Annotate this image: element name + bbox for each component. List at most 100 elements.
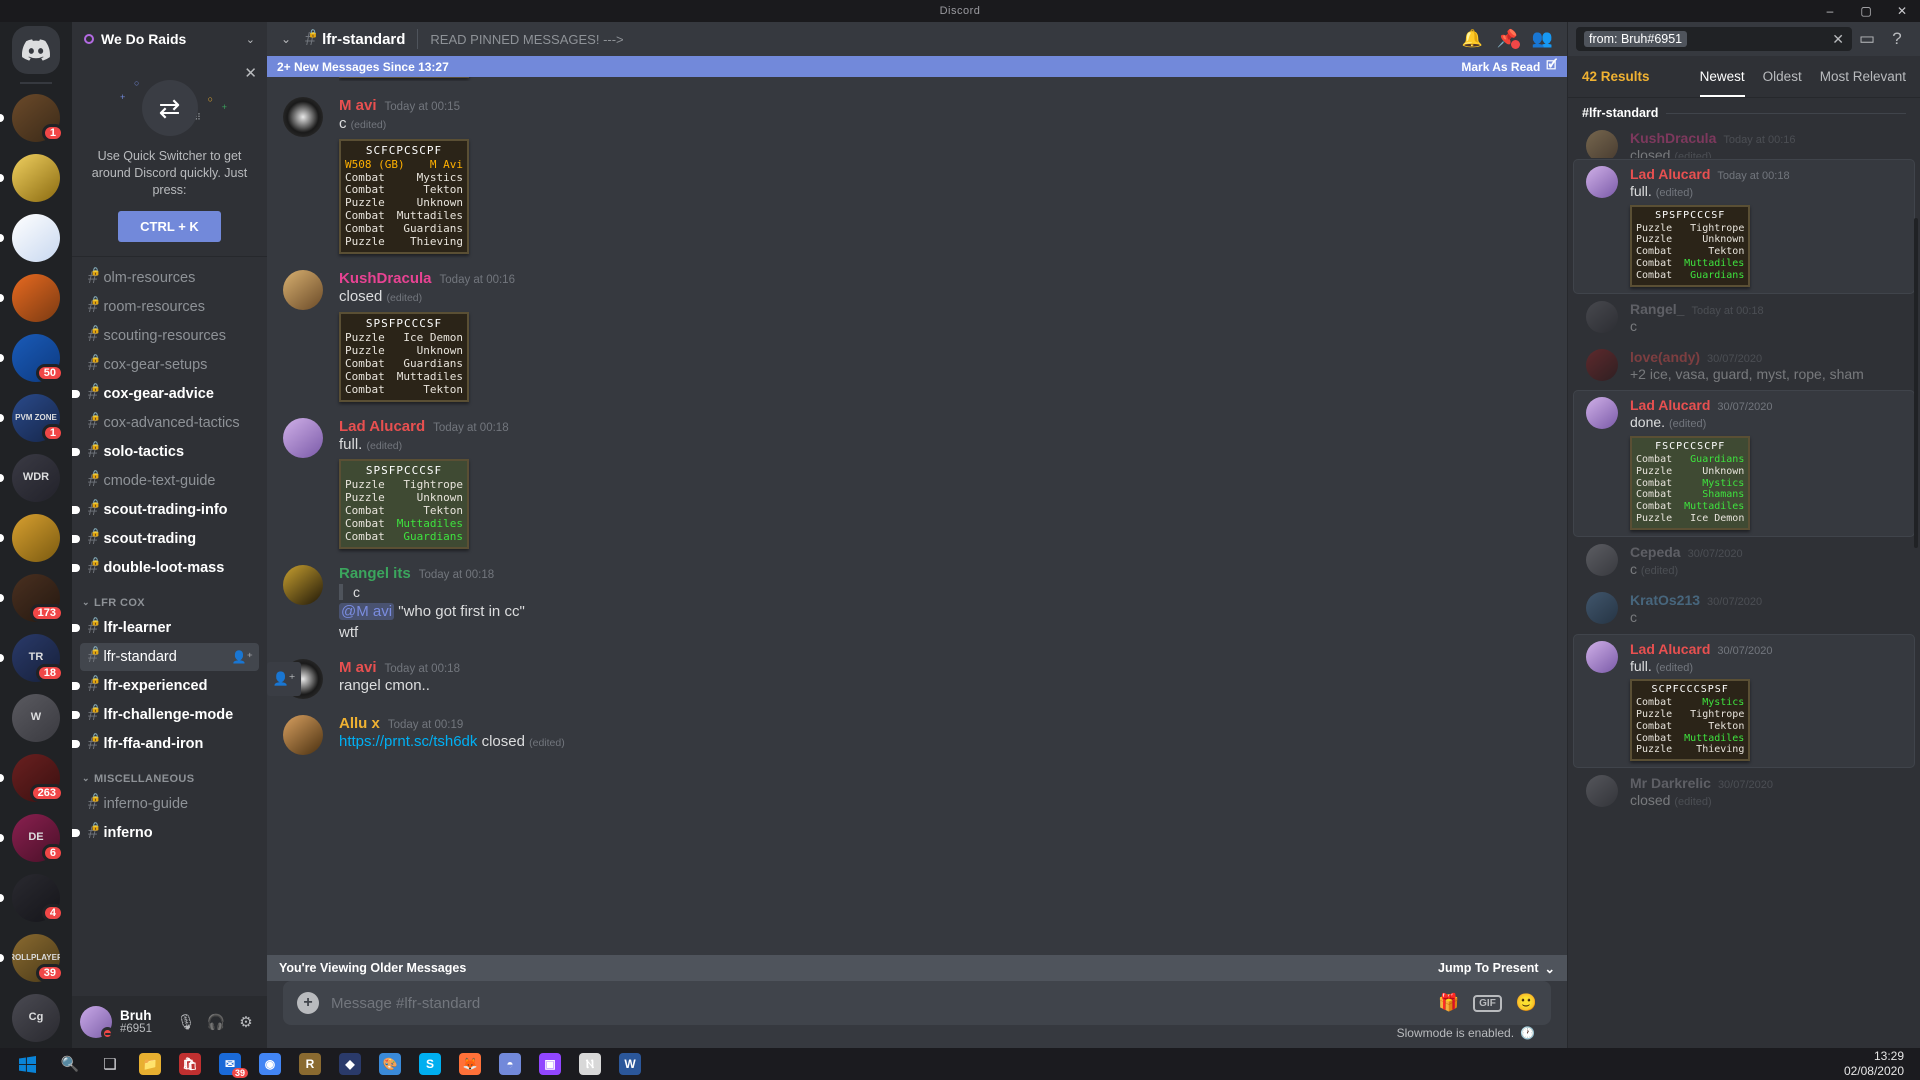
avatar[interactable] bbox=[1586, 640, 1618, 673]
members-icon[interactable]: 👥 bbox=[1532, 29, 1553, 49]
sidebar-item-cox-gear-advice[interactable]: # 🔒 cox-gear-advice bbox=[72, 380, 259, 408]
message[interactable]: Lad Alucard Today at 00:18 full. (edited) S… bbox=[267, 404, 1567, 551]
search-sort-tabs[interactable]: Newest Oldest Most Relevant bbox=[1699, 56, 1906, 97]
server-icon-server-wdr[interactable]: WDR bbox=[0, 448, 72, 508]
task-view-icon[interactable]: ❑ bbox=[90, 1048, 130, 1080]
message-link[interactable]: https://prnt.sc/tsh6dk bbox=[339, 733, 477, 750]
avatar[interactable] bbox=[1586, 166, 1618, 198]
avatar[interactable] bbox=[283, 97, 323, 137]
search-result-item[interactable]: Cepeda 30/07/2020 c (edited) bbox=[1574, 538, 1914, 585]
raid-screenshot-embed[interactable]: SCFCPCSCPF W508 (GB) M Avi Combat Mystics Com… bbox=[339, 138, 469, 255]
result-author[interactable]: KushDracula bbox=[1630, 130, 1716, 146]
avatar[interactable] bbox=[283, 417, 323, 458]
search-result-item[interactable]: Rangel_ Today at 00:18 c bbox=[1574, 295, 1914, 341]
raid-screenshot-embed[interactable]: SPSFPCCCSF Puzzle Tightrope Puzzle Unknown Co… bbox=[339, 459, 469, 550]
taskbar-firefox[interactable]: 🦊 bbox=[450, 1048, 490, 1080]
sidebar-item-cmode-text-guide[interactable]: # 🔒 cmode-text-guide bbox=[80, 467, 259, 495]
avatar[interactable] bbox=[1586, 543, 1618, 576]
server-icon-server-swirl[interactable]: 4 bbox=[0, 868, 72, 928]
taskbar-discord[interactable]: ◓ bbox=[490, 1048, 530, 1080]
server-icon-server-tr[interactable]: TR 18 bbox=[0, 628, 72, 688]
taskbar-google-chrome[interactable]: ◉ bbox=[250, 1048, 290, 1080]
sidebar-item-solo-tactics[interactable]: # 🔒 solo-tactics bbox=[72, 438, 259, 466]
maximize-button[interactable]: ▢ bbox=[1848, 0, 1884, 22]
older-messages-bar[interactable]: You're Viewing Older Messages Jump To Pr… bbox=[267, 955, 1567, 981]
taskbar-paint-net[interactable]: 🎨 bbox=[370, 1048, 410, 1080]
sidebar-item-inferno[interactable]: # 🔒 inferno bbox=[72, 819, 259, 847]
result-author[interactable]: Lad Alucard bbox=[1630, 166, 1710, 182]
server-icon-server-dark[interactable]: 173 bbox=[0, 568, 72, 628]
search-result-item[interactable]: Mr Darkrelic 30/07/2020 closed (edited) bbox=[1574, 769, 1914, 816]
result-author[interactable]: Rangel_ bbox=[1630, 301, 1684, 317]
message-author[interactable]: KushDracula bbox=[339, 270, 432, 287]
server-icon-server-scotland[interactable]: 50 bbox=[0, 328, 72, 388]
quick-switcher-button[interactable]: CTRL + K bbox=[118, 210, 221, 242]
search-result-item[interactable]: love(andy) 30/07/2020 +2 ice, vasa, guard,… bbox=[1574, 343, 1914, 389]
raid-screenshot-embed[interactable]: SPSFPCCCSF Puzzle Tightrope Puzzle Unknown Co… bbox=[1630, 204, 1751, 287]
search-result-item[interactable]: Lad Alucard 30/07/2020 full. (edited) SCPFC… bbox=[1574, 634, 1914, 768]
new-messages-bar[interactable]: 2+ New Messages Since 13:27 Mark As Read… bbox=[267, 56, 1567, 77]
message-input-placeholder[interactable]: Message #lfr-standard bbox=[331, 995, 1438, 1012]
tab-most-relevant[interactable]: Most Relevant bbox=[1820, 56, 1906, 97]
pin-icon[interactable]: 📌 bbox=[1497, 29, 1520, 49]
avatar[interactable] bbox=[283, 270, 323, 311]
server-icon-server-blue-figure[interactable] bbox=[0, 208, 72, 268]
sidebar-item-scout-trading-info[interactable]: # 🔒 scout-trading-info bbox=[72, 496, 259, 524]
message-author[interactable]: M avi bbox=[339, 97, 377, 114]
avatar[interactable] bbox=[1586, 592, 1618, 625]
headphones-icon[interactable]: 🎧 bbox=[203, 1009, 229, 1035]
clock[interactable]: 13:29 02/08/2020 bbox=[1844, 1049, 1916, 1079]
tab-newest[interactable]: Newest bbox=[1699, 56, 1745, 97]
avatar[interactable] bbox=[283, 565, 323, 606]
message[interactable]: M avi Today at 00:18 rangel cmon.. bbox=[267, 645, 1567, 701]
result-author[interactable]: Cepeda bbox=[1630, 544, 1681, 560]
server-icon-server-red-263[interactable]: 263 bbox=[0, 748, 72, 808]
taskbar-microsoft-store[interactable]: 🛍 bbox=[170, 1048, 210, 1080]
server-icon-server-cg[interactable]: Cg bbox=[0, 988, 72, 1048]
message-author[interactable]: M avi bbox=[339, 659, 377, 676]
search-input[interactable]: from: Bruh#6951 ✕ bbox=[1576, 27, 1852, 51]
guild-header[interactable]: We Do Raids ⌄ bbox=[72, 22, 267, 56]
sidebar-item-cox-gear-setups[interactable]: # 🔒 cox-gear-setups bbox=[80, 351, 259, 379]
minimize-button[interactable]: – bbox=[1812, 0, 1848, 22]
server-icon-server-de[interactable]: DE 6 bbox=[0, 808, 72, 868]
result-author[interactable]: Mr Darkrelic bbox=[1630, 775, 1711, 791]
taskbar-skype[interactable]: S bbox=[410, 1048, 450, 1080]
avatar[interactable] bbox=[1586, 348, 1618, 381]
server-icon-server-gold[interactable] bbox=[0, 508, 72, 568]
close-button[interactable]: ✕ bbox=[1884, 0, 1920, 22]
user-mention[interactable]: @M avi bbox=[339, 603, 395, 621]
home-button[interactable] bbox=[0, 22, 72, 78]
message-author[interactable]: Lad Alucard bbox=[339, 418, 425, 435]
server-icon-server-rollplayer[interactable]: ROLLPLAYER 39 bbox=[0, 928, 72, 988]
plus-icon[interactable]: + bbox=[297, 992, 319, 1014]
sidebar-item-scout-trading[interactable]: # 🔒 scout-trading bbox=[72, 525, 259, 553]
person-add-icon[interactable]: 👤⁺ bbox=[267, 662, 301, 696]
result-author[interactable]: love(andy) bbox=[1630, 349, 1700, 365]
result-author[interactable]: Lad Alucard bbox=[1630, 641, 1710, 657]
category-miscellaneous[interactable]: ⌄ MISCELLANEOUS bbox=[72, 759, 267, 789]
message[interactable]: KushDracula Today at 00:16 closed (edited)… bbox=[267, 256, 1567, 403]
message-author[interactable]: Rangel its bbox=[339, 565, 411, 582]
taskbar-app-nl[interactable]: Ⲛ bbox=[570, 1048, 610, 1080]
inbox-icon[interactable]: ▭ bbox=[1852, 29, 1882, 49]
sidebar-item-lfr-learner[interactable]: # 🔒 lfr-learner bbox=[72, 614, 259, 642]
bell-icon[interactable]: 🔔 bbox=[1461, 29, 1482, 49]
person-add-icon[interactable]: 👤⁺ bbox=[232, 650, 253, 664]
result-author[interactable]: KratOs213 bbox=[1630, 592, 1700, 608]
scrollbar[interactable] bbox=[1914, 218, 1918, 548]
sidebar-item-inferno-guide[interactable]: # 🔒 inferno-guide bbox=[80, 790, 259, 818]
raid-screenshot-embed[interactable]: CombatMuttadilesPuzzleIce Demon bbox=[339, 77, 469, 78]
clear-search-icon[interactable]: ✕ bbox=[1832, 31, 1844, 48]
message-list[interactable]: CombatMuttadilesPuzzleIce Demon M aviToda… bbox=[267, 77, 1567, 955]
chevron-down-icon[interactable]: ⌄ bbox=[281, 32, 291, 46]
search-result-item[interactable]: KratOs213 30/07/2020 c bbox=[1574, 586, 1914, 632]
avatar[interactable] bbox=[1586, 397, 1618, 430]
server-rail[interactable]: 1 50 PVM ZONE 1 WDR 173 TR 18 W 263 DE 6 4 ROLLPLAYER… bbox=[0, 22, 72, 1048]
message[interactable]: M avi Today at 00:15 c (edited) SCFCPCSCPF W… bbox=[267, 83, 1567, 256]
microphone-icon[interactable]: 🎙 bbox=[173, 1009, 199, 1035]
server-icon-server-rune[interactable]: 1 bbox=[0, 88, 72, 148]
avatar[interactable] bbox=[283, 715, 323, 756]
server-icon-server-helm[interactable] bbox=[0, 148, 72, 208]
server-icon-server-w[interactable]: W bbox=[0, 688, 72, 748]
